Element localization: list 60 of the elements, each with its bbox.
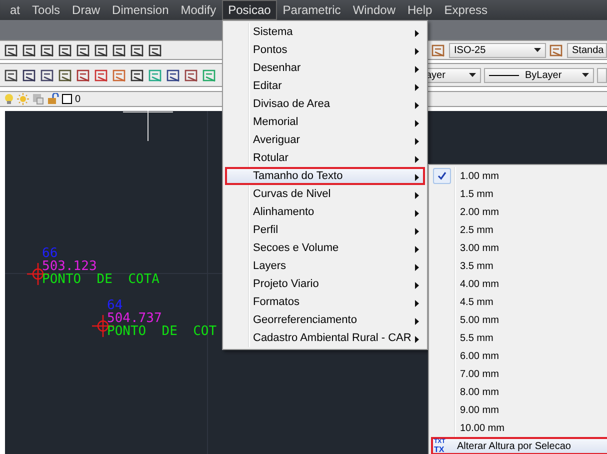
menu-bar-item[interactable]: Parametric: [276, 0, 347, 20]
submenu-item[interactable]: 1.5 mm: [431, 185, 607, 203]
text-style-dropdown[interactable]: Standa: [567, 42, 607, 58]
submenu-item[interactable]: 8.00 mm: [431, 383, 607, 401]
menu-item[interactable]: Secoes e Volume: [225, 239, 425, 257]
menu-item[interactable]: Cadastro Ambiental Rural - CAR: [225, 329, 425, 347]
point-elevation: 503.123: [42, 260, 98, 273]
color-dropdown[interactable]: [597, 68, 607, 82]
menu-item[interactable]: Averiguar: [225, 131, 425, 149]
menu-item[interactable]: Alinhamento: [225, 203, 425, 221]
submenu-item[interactable]: 5.5 mm: [431, 329, 607, 347]
menu-bar-item[interactable]: Express: [438, 0, 494, 20]
menu-item[interactable]: Pontos: [225, 41, 425, 59]
caret-icon: [469, 73, 476, 77]
submenu-item[interactable]: 5.00 mm: [431, 311, 607, 329]
menu-item[interactable]: Memorial: [225, 113, 425, 131]
menu-bar-item[interactable]: Posicao: [222, 0, 277, 20]
menu-item[interactable]: Formatos: [225, 293, 425, 311]
menu-bar-item[interactable]: Draw: [66, 0, 106, 20]
point-number: 66: [42, 247, 58, 260]
dimension-style-dropdown[interactable]: ISO-25: [449, 42, 546, 58]
submenu-item[interactable]: 6.00 mm: [431, 347, 607, 365]
menu-item[interactable]: Perfil: [225, 221, 425, 239]
menu-item[interactable]: Tamanho do Texto: [225, 167, 425, 185]
menu-item[interactable]: Curvas de Nivel: [225, 185, 425, 203]
menu-bar-item[interactable]: Dimension: [106, 0, 175, 20]
color-swatch-icon[interactable]: [62, 94, 72, 104]
caret-icon: [582, 73, 589, 77]
linetype-dropdown[interactable]: ByLayer: [484, 68, 594, 82]
lightbulb-icon[interactable]: [4, 93, 14, 105]
submenu-item[interactable]: 3.00 mm: [431, 239, 607, 257]
submenu-item[interactable]: 7.00 mm: [431, 365, 607, 383]
submenu-item[interactable]: 2.00 mm: [431, 203, 607, 221]
point-description: PONTO DE COTA: [42, 273, 160, 286]
submenu-item[interactable]: 4.00 mm: [431, 275, 607, 293]
menu-item[interactable]: Divisao de Area: [225, 95, 425, 113]
menu-bar-item[interactable]: Help: [402, 0, 438, 20]
submenu-item[interactable]: 3.5 mm: [431, 257, 607, 275]
point-description: PONTO DE COT: [107, 325, 217, 338]
submenu-item[interactable]: 10.00 mm: [431, 419, 607, 437]
menu-bar-item[interactable]: Modify: [174, 0, 222, 20]
submenu-item[interactable]: 2.5 mm: [431, 221, 607, 239]
point-number: 64: [107, 299, 123, 312]
line-sample-icon: [489, 74, 519, 76]
submenu-item[interactable]: 1.00 mm: [431, 167, 607, 185]
window-icon[interactable]: [4, 42, 19, 58]
submenu-item[interactable]: 9.00 mm: [431, 401, 607, 419]
layer-name: 0: [75, 94, 81, 104]
point-elevation: 504.737: [107, 312, 162, 325]
menu-item[interactable]: Georreferenciamento: [225, 311, 425, 329]
crosshair-cursor: [123, 111, 173, 141]
lock-icon[interactable]: [47, 93, 59, 105]
menu-bar-item[interactable]: at: [4, 0, 26, 20]
menu-bar-item[interactable]: Window: [346, 0, 402, 20]
caret-icon: [534, 48, 541, 52]
submenu-item[interactable]: 4.5 mm: [431, 293, 607, 311]
menu-item[interactable]: Projeto Viario: [225, 275, 425, 293]
menu-bar-item[interactable]: Tools: [26, 0, 66, 20]
menu-item[interactable]: Rotular: [225, 149, 425, 167]
menu-item[interactable]: Layers: [225, 257, 425, 275]
